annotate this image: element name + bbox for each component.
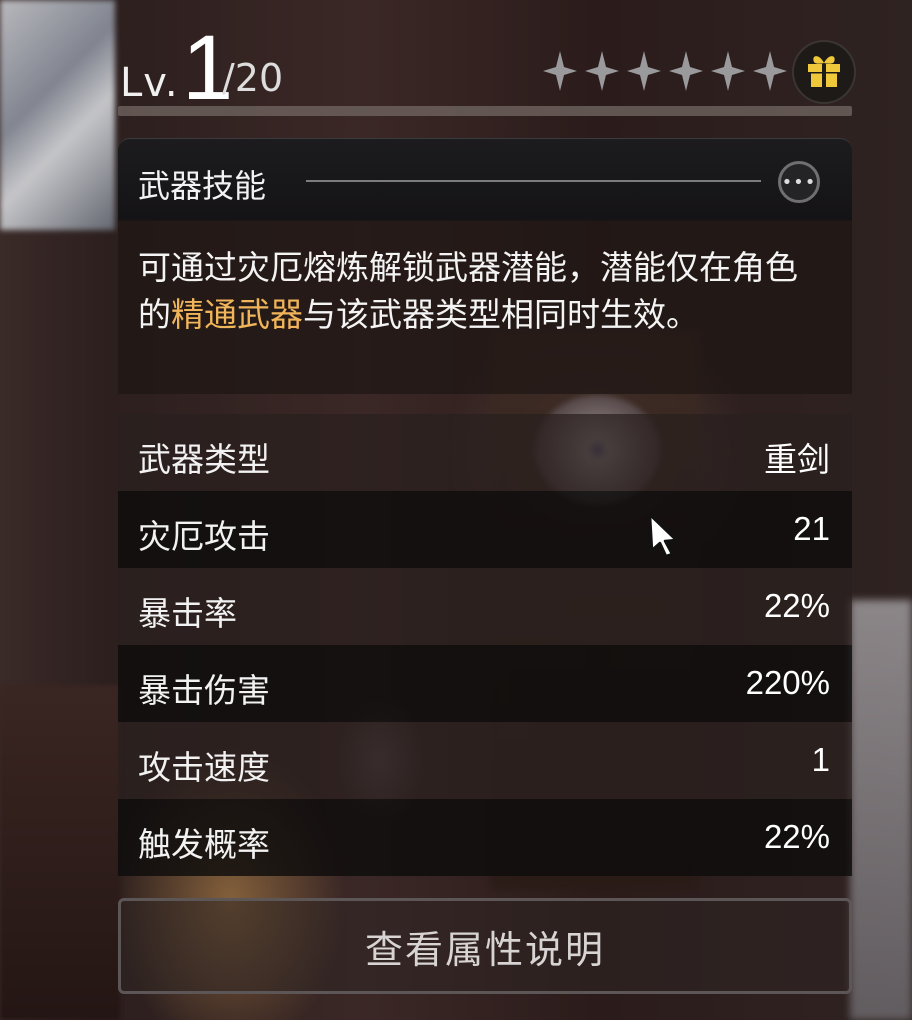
stat-label: 灾厄攻击 xyxy=(138,517,270,556)
skill-description-panel: 可通过灾厄熔炼解锁武器潜能，潜能仅在角色的精通武器与该武器类型相同时生效。 xyxy=(118,220,852,394)
star-icon xyxy=(666,48,706,94)
skill-description: 可通过灾厄熔炼解锁武器潜能，潜能仅在角色的精通武器与该武器类型相同时生效。 xyxy=(138,244,828,338)
star-icon xyxy=(708,48,748,94)
stat-label: 攻击速度 xyxy=(138,748,270,787)
star-icon xyxy=(624,48,664,94)
cursor-icon xyxy=(648,513,678,558)
stat-row-crit-damage: 暴击伤害 220% xyxy=(118,645,852,722)
stat-label: 武器类型 xyxy=(138,440,270,479)
refinement-stars xyxy=(540,48,790,98)
background-curtain xyxy=(850,600,912,1020)
star-icon xyxy=(540,48,580,94)
skill-title: 武器技能 xyxy=(138,167,267,205)
divider xyxy=(306,180,761,182)
stat-row-calamity-attack: 灾厄攻击 21 xyxy=(118,491,852,568)
stat-value: 1 xyxy=(811,741,830,778)
stat-value: 220% xyxy=(745,664,830,701)
stat-label: 暴击率 xyxy=(138,594,237,633)
gift-icon xyxy=(805,51,843,93)
button-label: 查看属性说明 xyxy=(364,927,605,972)
skill-header: 武器技能 ••• xyxy=(118,138,852,221)
star-icon xyxy=(582,48,622,94)
gift-button[interactable] xyxy=(792,40,856,104)
level-progress-bar xyxy=(118,106,852,116)
description-highlight: 精通武器 xyxy=(171,295,303,334)
description-text: 与该武器类型相同时生效。 xyxy=(303,295,699,334)
more-button[interactable]: ••• xyxy=(778,161,820,203)
level-prefix: Lv. xyxy=(120,60,179,106)
stat-row-attack-speed: 攻击速度 1 xyxy=(118,722,852,799)
stat-label: 暴击伤害 xyxy=(138,671,270,710)
stat-value: 22% xyxy=(763,587,830,624)
stat-row-weapon-type: 武器类型 重剑 xyxy=(118,414,852,491)
stat-value: 22% xyxy=(763,818,830,855)
stat-row-crit-rate: 暴击率 22% xyxy=(118,568,852,645)
background-window xyxy=(0,0,115,230)
stat-label: 触发概率 xyxy=(138,825,270,864)
view-attribute-description-button[interactable]: 查看属性说明 xyxy=(118,898,852,994)
stats-table: 武器类型 重剑 灾厄攻击 21 暴击率 22% 暴击伤害 220% 攻击速度 1… xyxy=(118,414,852,876)
stat-row-trigger-chance: 触发概率 22% xyxy=(118,799,852,876)
background-frame xyxy=(0,685,120,1020)
star-icon xyxy=(750,48,790,94)
stat-value: 21 xyxy=(793,510,830,547)
stat-value: 重剑 xyxy=(764,441,830,478)
more-icon: ••• xyxy=(781,171,817,193)
level-max: /20 xyxy=(222,56,284,100)
